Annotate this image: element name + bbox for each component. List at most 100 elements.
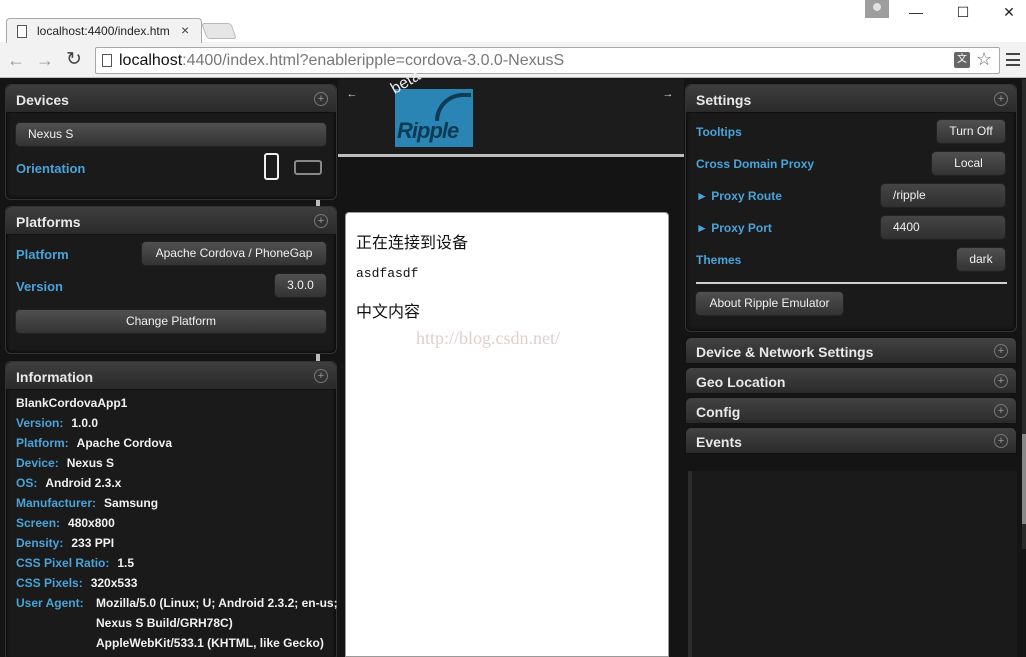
panel-title: Device & Network Settings xyxy=(696,344,874,360)
settings-title: Settings xyxy=(696,92,752,108)
tooltips-toggle-button[interactable]: Turn Off xyxy=(936,119,1006,144)
version-label: Version xyxy=(16,279,63,294)
info-row: CSS Pixel Ratio: 1.5 xyxy=(16,556,134,570)
info-row: Density: 233 PPI xyxy=(16,536,114,550)
info-row: Version: 1.0.0 xyxy=(16,416,98,430)
info-value: 233 PPI xyxy=(71,536,115,550)
info-key: CSS Pixels: xyxy=(16,576,83,590)
info-value: 480x800 xyxy=(68,516,115,530)
translate-icon[interactable]: 文 xyxy=(954,52,970,68)
info-value: Apache Cordova xyxy=(76,436,173,450)
page-icon xyxy=(102,54,112,67)
devices-panel: Devices + Nexus S Orientation xyxy=(5,84,337,200)
reload-icon[interactable]: ↻ xyxy=(64,50,84,70)
close-tab-icon[interactable]: × xyxy=(181,22,189,38)
platforms-title: Platforms xyxy=(16,214,81,230)
proxy-route-label[interactable]: ► Proxy Route xyxy=(696,189,782,203)
expand-icon[interactable]: + xyxy=(994,344,1008,358)
info-key: Screen: xyxy=(16,516,61,530)
info-key: Manufacturer: xyxy=(16,496,97,510)
user-profile-icon[interactable] xyxy=(865,0,889,18)
ripple-logo: Ripple xyxy=(395,89,473,147)
settings-divider xyxy=(696,282,1007,284)
user-agent-line: AppleWebKit/533.1 (KHTML, like Gecko) xyxy=(96,636,324,650)
maximize-icon[interactable]: ☐ xyxy=(951,2,975,22)
information-title: Information xyxy=(16,369,93,385)
bookmark-star-icon[interactable]: ☆ xyxy=(976,49,992,70)
collapse-left-arrow-icon[interactable]: ← xyxy=(346,88,358,100)
info-key: CSS Pixel Ratio: xyxy=(16,556,110,570)
info-key: Version: xyxy=(16,416,64,430)
themes-select[interactable]: dark xyxy=(956,247,1006,272)
browser-toolbar: ← → ↻ localhost:4400/index.html?enableri… xyxy=(0,42,1026,78)
device-network-settings-panel[interactable]: Device & Network Settings + xyxy=(685,337,1017,364)
platform-label: Platform xyxy=(16,247,69,262)
minimize-icon[interactable]: — xyxy=(904,2,928,22)
close-window-icon[interactable]: ✕ xyxy=(997,2,1021,22)
info-value: Android 2.3.x xyxy=(45,476,122,490)
cross-domain-proxy-label: Cross Domain Proxy xyxy=(696,157,815,171)
logo-text: Ripple xyxy=(397,118,459,143)
url-path: :4400/index.html?enableripple=cordova-3.… xyxy=(182,52,565,69)
forward-arrow-icon[interactable]: → xyxy=(35,50,55,70)
menu-hamburger-icon[interactable] xyxy=(1006,53,1020,66)
info-row: OS: Android 2.3.x xyxy=(16,476,121,490)
geo-location-panel[interactable]: Geo Location + xyxy=(685,367,1017,394)
info-key: Device: xyxy=(16,456,59,470)
content-text: asdfasdf xyxy=(356,266,419,281)
info-row: Device: Nexus S xyxy=(16,456,114,470)
info-value: Nexus S xyxy=(66,456,115,470)
collapse-icon[interactable]: + xyxy=(314,214,328,228)
info-value: 320x533 xyxy=(90,576,138,590)
header-divider xyxy=(338,154,684,157)
landscape-phone-icon[interactable] xyxy=(294,160,322,175)
right-panel-body xyxy=(688,471,1017,657)
info-row: Platform: Apache Cordova xyxy=(16,436,172,450)
themes-label: Themes xyxy=(696,253,742,267)
collapse-icon[interactable]: + xyxy=(314,92,328,106)
url-text[interactable]: localhost:4400/index.html?enableripple=c… xyxy=(119,52,564,70)
events-panel[interactable]: Events + xyxy=(685,427,1017,454)
portrait-phone-icon[interactable] xyxy=(264,153,279,180)
ripple-header: ← → xyxy=(338,79,684,157)
devices-panel-header[interactable]: Devices + xyxy=(6,85,336,113)
collapse-right-arrow-icon[interactable]: → xyxy=(662,88,674,100)
browser-tab[interactable]: localhost:4400/index.htm × xyxy=(6,18,202,43)
platform-select[interactable]: Apache Cordova / PhoneGap xyxy=(141,241,327,266)
tooltips-label: Tooltips xyxy=(696,125,742,139)
new-tab-button[interactable] xyxy=(201,23,237,39)
proxy-port-label[interactable]: ► Proxy Port xyxy=(696,221,772,235)
panel-title: Geo Location xyxy=(696,374,786,390)
version-select[interactable]: 3.0.0 xyxy=(274,273,327,298)
back-arrow-icon[interactable]: ← xyxy=(6,50,26,70)
address-bar[interactable]: localhost:4400/index.html?enableripple=c… xyxy=(95,47,1000,74)
orientation-label: Orientation xyxy=(16,161,86,176)
platforms-panel-header[interactable]: Platforms + xyxy=(6,207,336,235)
expand-icon[interactable]: + xyxy=(994,434,1008,448)
information-panel-header[interactable]: Information + xyxy=(6,362,336,390)
collapse-icon[interactable]: + xyxy=(314,369,328,383)
info-row: Manufacturer: Samsung xyxy=(16,496,158,510)
proxy-port-input[interactable]: 4400 xyxy=(880,215,1006,240)
config-panel[interactable]: Config + xyxy=(685,397,1017,424)
page-scrollbar[interactable] xyxy=(1022,79,1026,549)
watermark: http://blog.csdn.net/ xyxy=(416,328,560,348)
ripple-emulator: Devices + Nexus S Orientation Platforms … xyxy=(0,67,1026,657)
about-ripple-button[interactable]: About Ripple Emulator xyxy=(695,291,844,316)
expand-icon[interactable]: + xyxy=(994,404,1008,418)
settings-panel-header[interactable]: Settings + xyxy=(686,85,1016,113)
platforms-panel: Platforms + Platform Apache Cordova / Ph… xyxy=(5,206,337,354)
proxy-route-input[interactable]: /ripple xyxy=(880,183,1006,208)
change-platform-button[interactable]: Change Platform xyxy=(15,309,327,334)
settings-panel: Settings + Tooltips Turn Off Cross Domai… xyxy=(685,84,1017,332)
device-select[interactable]: Nexus S xyxy=(15,122,327,147)
panel-title: Events xyxy=(696,434,742,450)
cross-domain-proxy-select[interactable]: Local xyxy=(931,151,1006,176)
devices-title: Devices xyxy=(16,92,69,108)
tab-strip: localhost:4400/index.htm × — ☐ ✕ xyxy=(0,0,1026,43)
page-icon xyxy=(17,25,27,38)
expand-icon[interactable]: + xyxy=(994,374,1008,388)
content-text: 中文内容 xyxy=(356,302,421,321)
collapse-icon[interactable]: + xyxy=(994,92,1008,106)
device-screen[interactable]: 正在连接到设备 asdfasdf 中文内容 http://blog.csdn.n… xyxy=(345,212,669,657)
